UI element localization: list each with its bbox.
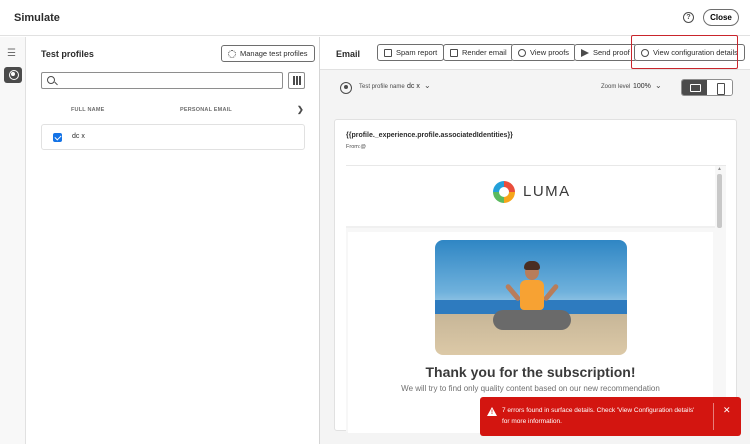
desktop-icon[interactable]	[682, 80, 707, 95]
test-profiles-panel: Test profiles Manage test profiles FULL …	[27, 37, 319, 444]
toast-message: 7 errors found in surface details. Check…	[502, 407, 695, 425]
error-toast: ! 7 errors found in surface details. Che…	[480, 397, 741, 436]
row-full-name: dc x	[72, 133, 85, 140]
history-icon	[518, 48, 526, 57]
table-row[interactable]: dc x	[41, 124, 305, 150]
luma-logo-icon	[493, 181, 515, 203]
render-email-label: Render email	[462, 48, 507, 57]
send-proof-label: Send proof	[593, 48, 630, 57]
row-checkbox[interactable]	[53, 133, 62, 142]
page-title: Simulate	[14, 11, 60, 24]
column-header-personal-email[interactable]: PERSONAL EMAIL	[180, 107, 232, 113]
hero-image	[435, 240, 627, 355]
scrollbar[interactable]: ▲	[716, 166, 724, 416]
zoom-level-label: Zoom level	[601, 84, 631, 90]
left-rail: ☰	[0, 37, 26, 444]
top-bar: Simulate	[0, 0, 750, 36]
close-icon[interactable]: ✕	[723, 405, 731, 416]
render-email-icon	[450, 48, 458, 57]
manage-test-profiles-button[interactable]: Manage test profiles	[221, 45, 315, 62]
column-settings-button[interactable]	[288, 72, 305, 89]
column-header-full-name[interactable]: FULL NAME	[71, 107, 104, 113]
view-proofs-label: View proofs	[530, 48, 570, 57]
user-avatar-icon	[340, 82, 352, 94]
email-paragraph: We will try to find only quality content…	[401, 384, 660, 393]
test-profile-name-label: Test profile name	[359, 84, 405, 90]
email-from: From:@	[346, 144, 366, 150]
view-proofs-button[interactable]: View proofs	[511, 44, 577, 61]
scrollbar-thumb[interactable]	[717, 174, 722, 228]
logo-text: LUMA	[523, 183, 571, 200]
scroll-up-icon[interactable]: ▲	[717, 166, 722, 172]
chevron-right-icon[interactable]: ❯	[297, 105, 304, 114]
send-icon	[581, 48, 589, 57]
email-logo-bar: LUMA	[346, 166, 715, 228]
email-toolbar: Email Spam report Render email View proo…	[320, 35, 750, 70]
test-profile-bar: Test profile name dc x ⌄ Zoom level 100%…	[320, 71, 750, 105]
test-profile-name-value[interactable]: dc x	[407, 83, 420, 90]
layers-icon[interactable]: ☰	[7, 48, 16, 59]
toast-divider	[713, 403, 714, 430]
send-proof-button[interactable]: Send proof	[574, 44, 637, 61]
profile-icon[interactable]	[4, 67, 22, 83]
email-preview: LUMA Thank you for the subscription! We …	[346, 165, 726, 433]
email-panel: Email Spam report Render email View proo…	[320, 35, 750, 444]
close-button[interactable]: Close	[703, 9, 739, 26]
spam-report-label: Spam report	[396, 48, 438, 57]
mobile-icon[interactable]	[707, 80, 732, 95]
spam-report-button[interactable]: Spam report	[377, 44, 445, 61]
email-subject: {{profile._experience.profile.associated…	[346, 132, 513, 139]
device-toggle[interactable]	[681, 79, 733, 96]
help-icon[interactable]: ?	[683, 12, 694, 23]
email-heading: Thank you for the subscription!	[425, 364, 636, 380]
spam-report-icon	[384, 48, 392, 57]
email-title: Email	[336, 49, 361, 59]
highlight-box	[631, 35, 738, 69]
manage-test-profiles-label: Manage test profiles	[240, 49, 308, 58]
gear-icon	[228, 49, 236, 58]
columns-icon	[292, 76, 295, 85]
search-icon	[47, 76, 55, 84]
test-profiles-title: Test profiles	[41, 49, 94, 59]
render-email-button[interactable]: Render email	[443, 44, 514, 61]
search-input[interactable]	[41, 72, 283, 89]
chevron-down-icon[interactable]: ⌄	[655, 81, 662, 90]
chevron-down-icon[interactable]: ⌄	[424, 81, 431, 90]
email-preview-card: {{profile._experience.profile.associated…	[334, 119, 737, 433]
zoom-level-value[interactable]: 100%	[633, 83, 651, 90]
